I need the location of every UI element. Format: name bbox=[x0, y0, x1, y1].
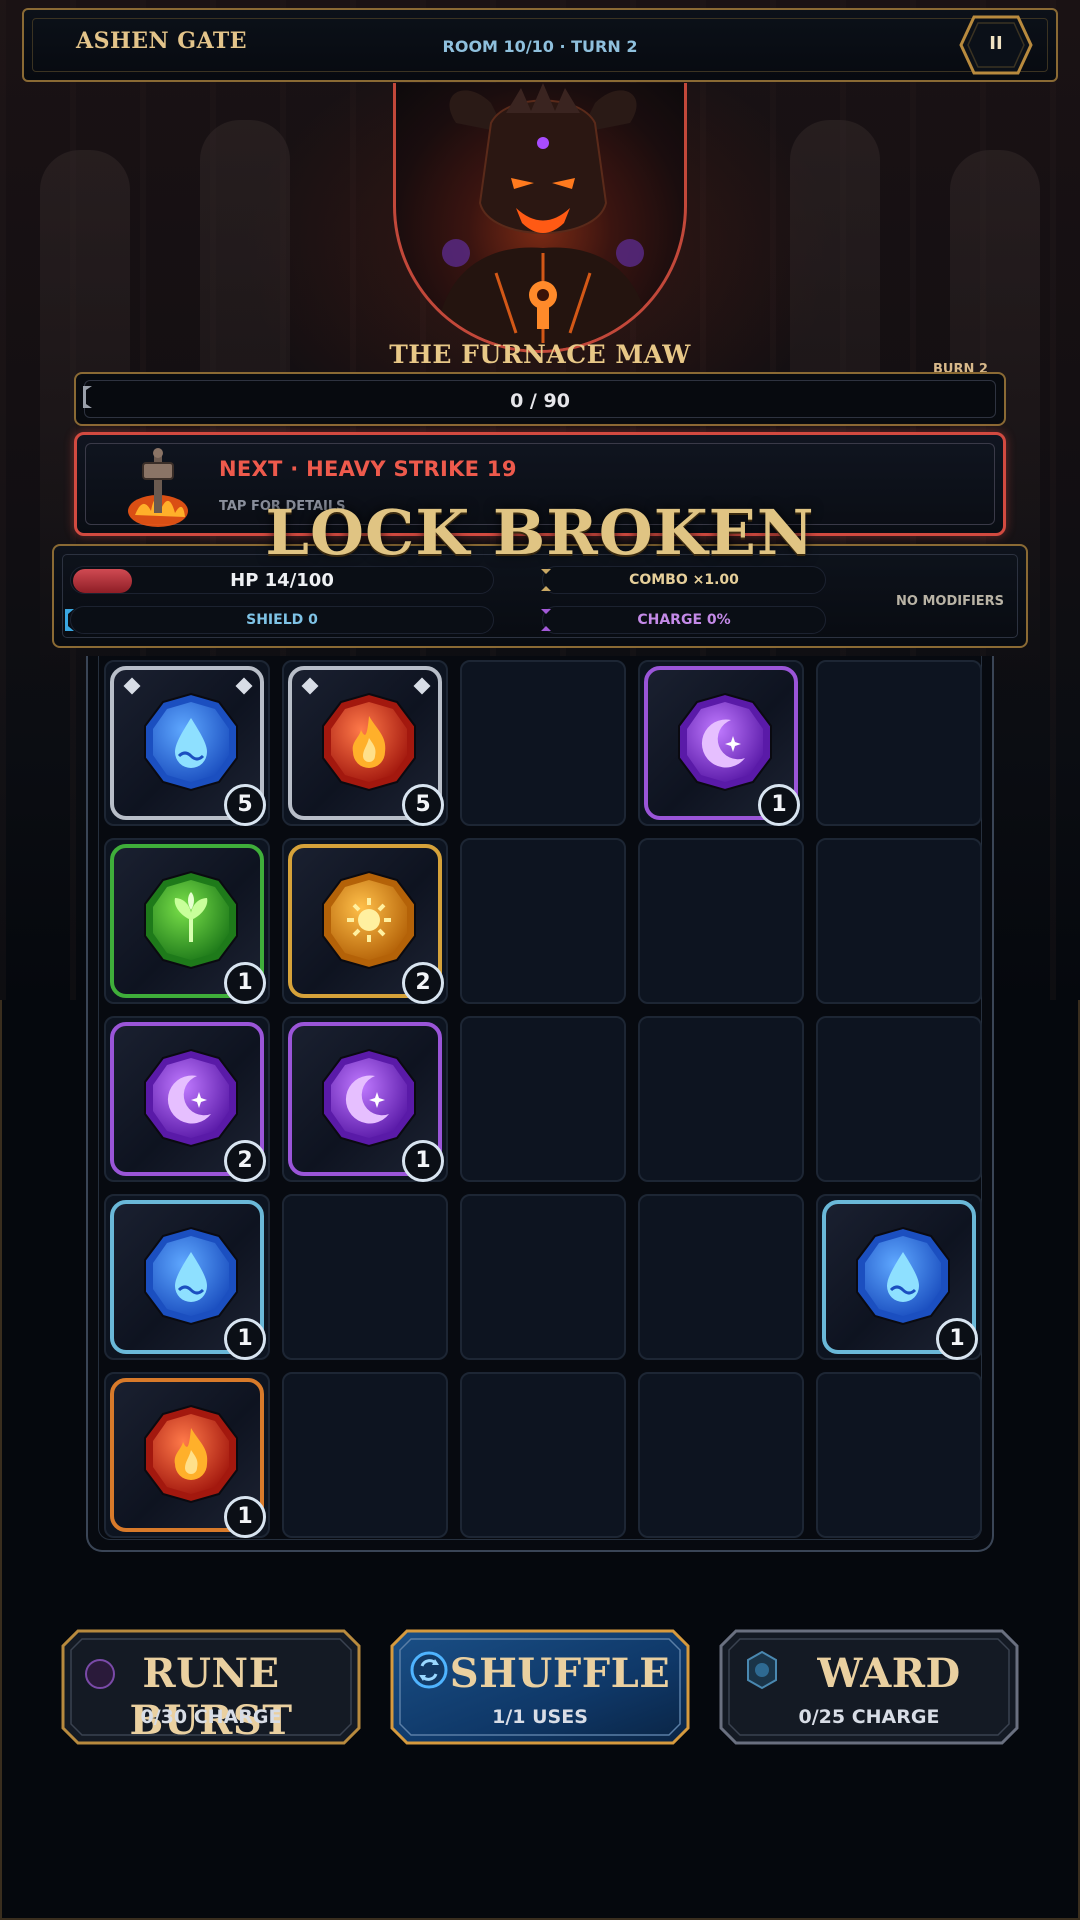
rune-tile[interactable]: 5 bbox=[110, 666, 266, 826]
ability-status: 0/25 CHARGE bbox=[798, 1706, 940, 1728]
rune-tile[interactable]: 5 bbox=[288, 666, 444, 826]
board-cell[interactable] bbox=[816, 838, 982, 1004]
rune-count-badge: 1 bbox=[758, 784, 800, 826]
rune-tile[interactable]: 2 bbox=[110, 1022, 266, 1182]
board-cell[interactable] bbox=[638, 838, 804, 1004]
charge-bar: CHARGE 0% bbox=[542, 606, 826, 634]
intent-title: NEXT · HEAVY STRIKE 19 bbox=[219, 457, 517, 481]
board-cell[interactable] bbox=[282, 1372, 448, 1538]
pause-icon: II bbox=[989, 33, 1003, 54]
moon-gem-icon bbox=[678, 692, 772, 792]
rune-tile[interactable]: 1 bbox=[288, 1022, 444, 1182]
board-cell[interactable]: 1 bbox=[816, 1194, 982, 1360]
boss-hp-text: 0 / 90 bbox=[510, 390, 570, 412]
boss-hp-bar: 0 / 90 bbox=[74, 372, 1006, 426]
board-cell[interactable] bbox=[460, 838, 626, 1004]
pause-button[interactable]: II bbox=[958, 14, 1034, 76]
fire-gem-icon bbox=[144, 1404, 238, 1504]
player-hp-bar: HP 14/100 bbox=[70, 566, 494, 594]
combo-cap-icon bbox=[541, 569, 551, 591]
player-status-panel: HP 14/100 SHIELD 0 COMBO ×1.00 CHARGE 0%… bbox=[52, 544, 1028, 648]
modifiers-text: NO MODIFIERS bbox=[896, 594, 1005, 609]
board-cell[interactable] bbox=[816, 1016, 982, 1182]
ability-status: 1/1 USES bbox=[492, 1706, 588, 1728]
moon-gem-icon bbox=[144, 1048, 238, 1148]
ability-name: SHUFFLE bbox=[449, 1650, 671, 1697]
enemy-intent-card[interactable]: NEXT · HEAVY STRIKE 19 TAP FOR DETAILS bbox=[74, 432, 1006, 536]
fire-gem-icon bbox=[322, 692, 416, 792]
charge-text: CHARGE 0% bbox=[637, 612, 731, 628]
rune-tile[interactable]: 1 bbox=[110, 1378, 266, 1538]
board-cell[interactable] bbox=[638, 1372, 804, 1538]
rune-board: 5 5 1 1 2 2 1 1 1 1 bbox=[86, 656, 994, 1552]
board-cell[interactable] bbox=[460, 1194, 626, 1360]
board-cell[interactable] bbox=[816, 660, 982, 826]
ability-shuffle-button[interactable]: SHUFFLE 1/1 USES bbox=[389, 1628, 691, 1746]
ability-name: RUNE BURST bbox=[129, 1650, 293, 1744]
charge-cap-icon bbox=[541, 609, 551, 631]
board-cell[interactable]: 5 bbox=[282, 660, 448, 826]
board-cell[interactable]: 1 bbox=[638, 660, 804, 826]
rune-count-badge: 1 bbox=[224, 1496, 266, 1538]
rune-count-badge: 5 bbox=[224, 784, 266, 826]
corner-diamond-icon bbox=[123, 677, 141, 695]
board-cell[interactable] bbox=[816, 1372, 982, 1538]
moon-gem-icon bbox=[322, 1048, 416, 1148]
flaming-hammer-icon bbox=[128, 448, 188, 527]
leaf-gem-icon bbox=[144, 870, 238, 970]
rune-count-badge: 1 bbox=[402, 1140, 444, 1182]
room-turn-info: ROOM 10/10 · TURN 2 bbox=[442, 37, 638, 56]
shield-bar: SHIELD 0 bbox=[70, 606, 494, 634]
combo-text: COMBO ×1.00 bbox=[629, 572, 739, 588]
water-gem-icon bbox=[856, 1226, 950, 1326]
rune-count-badge: 1 bbox=[936, 1318, 978, 1360]
board-cell[interactable]: 2 bbox=[104, 1016, 270, 1182]
shield-cap-icon bbox=[65, 609, 74, 631]
board-cell[interactable]: 1 bbox=[104, 1372, 270, 1538]
ability-ward-button[interactable]: WARD 0/25 CHARGE bbox=[718, 1628, 1020, 1746]
board-cell[interactable]: 2 bbox=[282, 838, 448, 1004]
rune-tile[interactable]: 2 bbox=[288, 844, 444, 1004]
ability-status: 0/30 CHARGE bbox=[140, 1706, 282, 1728]
ability-name: WARD bbox=[817, 1650, 961, 1697]
rune-tile[interactable]: 1 bbox=[644, 666, 800, 826]
intent-subtitle: TAP FOR DETAILS bbox=[219, 499, 346, 514]
board-cell[interactable]: 1 bbox=[282, 1016, 448, 1182]
combo-bar: COMBO ×1.00 bbox=[542, 566, 826, 594]
water-gem-icon bbox=[144, 1226, 238, 1326]
board-cell[interactable] bbox=[282, 1194, 448, 1360]
shield-text: SHIELD 0 bbox=[246, 612, 318, 628]
water-gem-icon bbox=[144, 692, 238, 792]
rune-tile[interactable]: 1 bbox=[110, 844, 266, 1004]
player-hp-text: HP 14/100 bbox=[230, 570, 334, 591]
rune-count-badge: 5 bbox=[402, 784, 444, 826]
board-cell[interactable]: 1 bbox=[104, 1194, 270, 1360]
rune-count-badge: 1 bbox=[224, 962, 266, 1004]
boss-name: THE FURNACE MAW bbox=[389, 340, 691, 369]
board-cell[interactable] bbox=[638, 1194, 804, 1360]
ability-rune-burst-button[interactable]: RUNE BURST 0/30 CHARGE bbox=[60, 1628, 362, 1746]
rune-tile[interactable]: 1 bbox=[822, 1200, 978, 1360]
rune-count-badge: 2 bbox=[402, 962, 444, 1004]
board-cell[interactable] bbox=[460, 1372, 626, 1538]
board-cell[interactable] bbox=[460, 1016, 626, 1182]
board-cell[interactable]: 1 bbox=[104, 838, 270, 1004]
board-cell[interactable]: 5 bbox=[104, 660, 270, 826]
sun-gem-icon bbox=[322, 870, 416, 970]
rune-count-badge: 1 bbox=[224, 1318, 266, 1360]
rune-count-badge: 2 bbox=[224, 1140, 266, 1182]
rune-tile[interactable]: 1 bbox=[110, 1200, 266, 1360]
board-cell[interactable] bbox=[460, 660, 626, 826]
board-cell[interactable] bbox=[638, 1016, 804, 1182]
corner-diamond-icon bbox=[301, 677, 319, 695]
